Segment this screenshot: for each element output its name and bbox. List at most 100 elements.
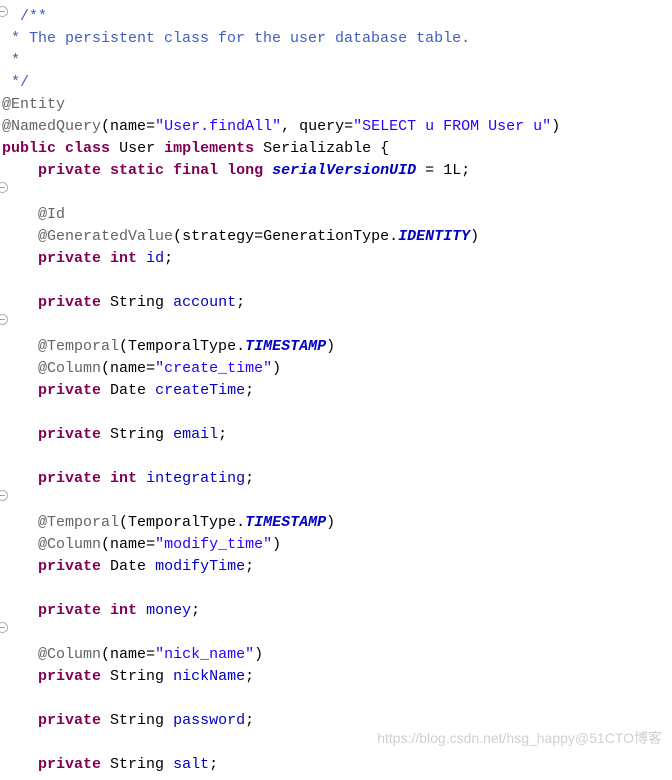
fold-marker[interactable] (0, 6, 8, 17)
kw-class: class (65, 140, 110, 157)
col-name-key: name (110, 646, 146, 663)
temporal-type: TemporalType. (128, 514, 245, 531)
kw-implements: implements (164, 140, 254, 157)
brace-open: { (371, 140, 389, 157)
field-email: email (173, 426, 218, 443)
paren-close: ) (254, 646, 263, 663)
annotation-temporal: @Temporal (38, 514, 119, 531)
field-salt: salt (173, 756, 209, 773)
kw-private: private (38, 558, 101, 575)
col-name-key: name (110, 536, 146, 553)
kw-private: private (38, 382, 101, 399)
annotation-id: @Id (38, 206, 65, 223)
type-string: String (110, 668, 164, 685)
svuid-val: 1L (443, 162, 461, 179)
nq-query-val: "SELECT u FROM User u" (353, 118, 551, 135)
field-money: money (146, 602, 191, 619)
assign: = (344, 118, 353, 135)
semi: ; (164, 250, 173, 267)
paren-close: ) (470, 228, 479, 245)
kw-int: int (110, 470, 137, 487)
paren-close: ) (326, 338, 335, 355)
eq: = (416, 162, 443, 179)
type-date: Date (110, 558, 146, 575)
paren-open: ( (101, 118, 110, 135)
kw-static: static (110, 162, 164, 179)
fold-marker[interactable] (0, 490, 8, 501)
field-account: account (173, 294, 236, 311)
annotation-column: @Column (38, 360, 101, 377)
nq-name-key: name (110, 118, 146, 135)
javadoc-line: * The persistent class for the user data… (2, 30, 470, 47)
type-string: String (110, 712, 164, 729)
semi: ; (245, 558, 254, 575)
field-password: password (173, 712, 245, 729)
kw-private: private (38, 668, 101, 685)
assign: = (146, 646, 155, 663)
type-serializable: Serializable (263, 140, 371, 157)
kw-private: private (38, 712, 101, 729)
kw-private: private (38, 602, 101, 619)
field-svuid: serialVersionUID (272, 162, 416, 179)
assign: = (146, 536, 155, 553)
type-string: String (110, 756, 164, 773)
field-modifyTime: modifyTime (155, 558, 245, 575)
type-string: String (110, 426, 164, 443)
field-nickName: nickName (173, 668, 245, 685)
semi: ; (209, 756, 218, 773)
semi: ; (245, 712, 254, 729)
paren-open: ( (119, 514, 128, 531)
field-integrating: integrating (146, 470, 245, 487)
code-editor: /** * The persistent class for the user … (0, 0, 672, 776)
paren-open: ( (101, 646, 110, 663)
fold-marker[interactable] (0, 622, 8, 633)
temporal-ts: TIMESTAMP (245, 338, 326, 355)
kw-final: final (173, 162, 218, 179)
kw-private: private (38, 426, 101, 443)
paren-open: ( (119, 338, 128, 355)
col-create-time: "create_time" (155, 360, 272, 377)
semi: ; (245, 382, 254, 399)
gv-identity: IDENTITY (398, 228, 470, 245)
javadoc-open: /** (20, 8, 47, 25)
comma: , (281, 118, 299, 135)
semi: ; (461, 162, 470, 179)
kw-int: int (110, 250, 137, 267)
annotation-generatedvalue: @GeneratedValue (38, 228, 173, 245)
kw-private: private (38, 162, 101, 179)
col-modify-time: "modify_time" (155, 536, 272, 553)
fold-marker[interactable] (0, 182, 8, 193)
paren-close: ) (272, 360, 281, 377)
gv-key: strategy (182, 228, 254, 245)
assign: = (146, 360, 155, 377)
col-nick-name: "nick_name" (155, 646, 254, 663)
semi: ; (236, 294, 245, 311)
type-string: String (110, 294, 164, 311)
temporal-ts: TIMESTAMP (245, 514, 326, 531)
fold-marker[interactable] (0, 314, 8, 325)
class-name: User (119, 140, 155, 157)
assign: = (146, 118, 155, 135)
paren-open: ( (101, 536, 110, 553)
kw-private: private (38, 470, 101, 487)
semi: ; (245, 668, 254, 685)
semi: ; (191, 602, 200, 619)
annotation-column: @Column (38, 646, 101, 663)
nq-name-val: "User.findAll" (155, 118, 281, 135)
kw-private: private (38, 294, 101, 311)
annotation-temporal: @Temporal (38, 338, 119, 355)
gutter-fold-column (0, 0, 6, 776)
kw-long: long (227, 162, 263, 179)
semi: ; (245, 470, 254, 487)
paren-close: ) (551, 118, 560, 135)
paren-close: ) (272, 536, 281, 553)
semi: ; (218, 426, 227, 443)
annotation-column: @Column (38, 536, 101, 553)
field-id: id (146, 250, 164, 267)
kw-int: int (110, 602, 137, 619)
type-date: Date (110, 382, 146, 399)
paren-close: ) (326, 514, 335, 531)
col-name-key: name (110, 360, 146, 377)
paren-open: ( (101, 360, 110, 377)
temporal-type: TemporalType. (128, 338, 245, 355)
